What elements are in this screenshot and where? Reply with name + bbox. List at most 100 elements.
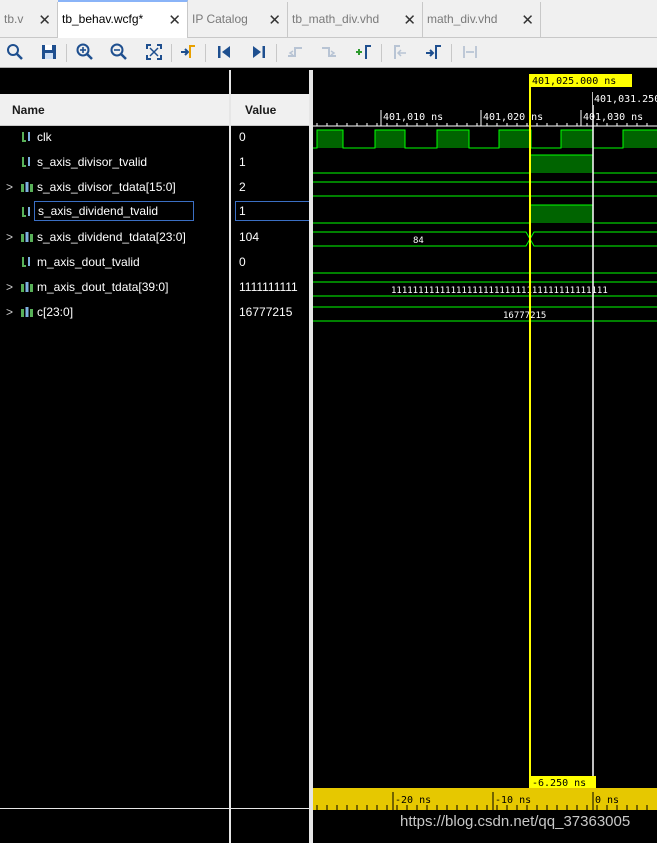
signal-row[interactable]: s_axis_divisor_tvalid [0,151,229,176]
signal-value-row[interactable]: 16777215 [231,301,309,326]
waveform-canvas[interactable]: 401,010 ns 401,020 ns 401,030 ns 84 11111111… [313,70,657,843]
bit-signal-icon [20,130,34,144]
tab-tb-math-div[interactable]: tb_math_div.vhd ✕ [288,2,423,38]
close-icon[interactable]: ✕ [268,11,281,29]
signal-value-row[interactable]: 2 [231,176,309,201]
watermark: https://blog.csdn.net/qq_37363005 [400,813,631,830]
tab-label: tb_behav.wcfg* [62,12,144,26]
signal-value-row[interactable]: 0 [231,126,309,151]
value-header-label: Value [245,103,277,117]
signal-value-row[interactable]: 1 [231,151,309,176]
toolbar-divider [276,44,277,62]
signal-name: clk [37,130,52,144]
signal-row[interactable]: clk [0,126,229,151]
toolbar-divider [451,44,452,62]
bit-signal-icon [20,255,34,269]
signal-name: s_axis_divisor_tvalid [37,155,148,169]
ruler-tick-label: 401,010 ns [383,112,443,123]
next-transition-icon[interactable] [318,41,340,63]
c-value: 16777215 [503,311,546,321]
cursor-time-label: 401,025.000 ns [532,76,616,87]
dividend-tdata-value: 84 [413,236,424,246]
panel-divider [0,808,229,809]
zoom-in-icon[interactable] [74,41,96,63]
signal-row[interactable]: > m_axis_dout_tdata[39:0] [0,276,229,301]
tab-math-div[interactable]: math_div.vhd ✕ [423,2,541,38]
dividend-tdata-bus [313,231,657,247]
zoom-fit-icon[interactable] [143,41,165,63]
marker-time-label: 401,031.250 [594,94,657,105]
chevron-right-icon[interactable]: > [6,180,13,194]
clk-high-fill [375,130,405,148]
bus-signal-icon [20,280,34,294]
signal-value-row[interactable]: 0 [231,251,309,276]
bit-signal-icon [20,155,34,169]
signal-name: c[23:0] [37,305,74,319]
dividend-tvalid-waveform [313,204,657,224]
bus-signal-icon [20,305,34,319]
signal-row[interactable]: s_axis_dividend_tvalid [0,201,229,226]
tab-tb-v[interactable]: tb.v ✕ [0,2,58,38]
signal-value-row[interactable]: 1111111111 [231,276,309,301]
signal-row[interactable]: > s_axis_divisor_tdata[15:0] [0,176,229,201]
tab-label: tb.v [4,12,24,26]
clk-high-fill [623,130,657,148]
signal-row[interactable]: > c[23:0] [0,301,229,326]
signal-value: 1 [235,201,313,221]
swap-cursors-icon[interactable] [459,41,481,63]
previous-transition-icon[interactable] [284,41,306,63]
signal-name: s_axis_divisor_tdata[15:0] [37,180,176,194]
close-icon[interactable]: ✕ [521,11,534,29]
signal-value: 104 [239,230,260,244]
signal-name-panel: Name clk s_axis_divisor_tvalid > s_axis_div… [0,70,229,843]
next-marker-icon[interactable] [423,41,445,63]
relative-ruler-label: 0 ns [595,795,619,806]
toolbar-divider [66,44,67,62]
close-icon[interactable]: ✕ [168,11,181,29]
signal-value: 0 [239,255,246,269]
tab-label: math_div.vhd [427,12,498,26]
divisor-tdata-bus [313,181,657,197]
clk-high-fill [561,130,593,148]
add-marker-icon[interactable] [353,41,375,63]
close-icon[interactable]: ✕ [38,11,51,29]
value-column-header[interactable]: Value [231,94,309,126]
signal-value: 1111111111 [239,280,298,294]
chevron-right-icon[interactable]: > [6,280,13,294]
previous-marker-icon[interactable] [389,41,411,63]
ruler-tick-label: 401,020 ns [483,112,543,123]
close-icon[interactable]: ✕ [403,11,416,29]
signal-value-panel: Value 0 1 2 1 104 0 1111111111 16777215 [231,70,313,843]
delta-time-label: -6.250 ns [532,778,586,789]
tab-tb-behav-wcfg[interactable]: tb_behav.wcfg* ✕ [58,0,188,39]
signal-name: s_axis_dividend_tdata[23:0] [37,230,186,244]
signal-value-row[interactable]: 1 [231,201,313,226]
signal-value: 16777215 [239,305,293,319]
relative-ruler-label: -10 ns [495,795,531,806]
go-to-cursor-icon[interactable] [178,41,200,63]
signal-name: m_axis_dout_tvalid [37,255,140,269]
signal-value: 1 [239,155,246,169]
save-icon[interactable] [38,41,60,63]
waveform-toolbar [0,38,657,68]
signal-value-row[interactable]: 104 [231,226,309,251]
signal-row[interactable]: > s_axis_dividend_tdata[23:0] [0,226,229,251]
dout-tdata-value: 1111111111111111111111111111111111111111 [391,286,608,296]
search-icon[interactable] [4,41,26,63]
tab-ip-catalog[interactable]: IP Catalog ✕ [188,2,288,38]
tab-label: IP Catalog [192,12,248,26]
go-to-time-0-icon[interactable] [213,41,235,63]
signal-row[interactable]: m_axis_dout_tvalid [0,251,229,276]
zoom-out-icon[interactable] [108,41,130,63]
bus-signal-icon [20,180,34,194]
chevron-right-icon[interactable]: > [6,230,13,244]
tab-label: tb_math_div.vhd [292,12,380,26]
panel-divider [231,808,309,809]
name-column-header[interactable]: Name [0,94,229,126]
toolbar-divider [381,44,382,62]
go-to-last-time-icon[interactable] [248,41,270,63]
bit-signal-icon [20,205,34,219]
signal-value: 0 [239,130,246,144]
clk-waveform [313,129,657,149]
chevron-right-icon[interactable]: > [6,305,13,319]
